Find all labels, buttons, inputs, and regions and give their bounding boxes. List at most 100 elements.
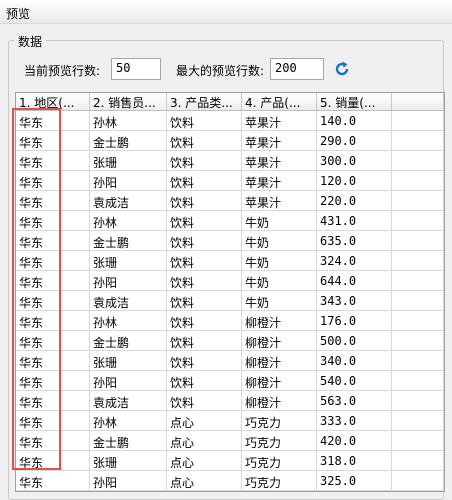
column-header[interactable]: 5. 销量(... — [317, 93, 392, 110]
table-row[interactable]: 华东 袁成洁 饮料 苹果汁 220.0 — [16, 191, 444, 211]
table-row[interactable]: 华东 孙阳 饮料 牛奶 644.0 — [16, 271, 444, 291]
table-cell[interactable]: 牛奶 — [242, 271, 317, 290]
table-cell[interactable]: 苹果汁 — [242, 131, 317, 150]
table-row[interactable]: 华东 孙阳 饮料 苹果汁 120.0 — [16, 171, 444, 191]
table-row[interactable]: 华东 金士鹏 点心 巧克力 420.0 — [16, 431, 444, 451]
table-cell[interactable]: 饮料 — [167, 231, 242, 250]
table-cell[interactable]: 牛奶 — [242, 251, 317, 270]
column-header[interactable]: 2. 销售员... — [90, 93, 167, 110]
table-cell[interactable]: 巧克力 — [242, 411, 317, 430]
table-row[interactable]: 华东 孙阳 点心 巧克力 325.0 — [16, 471, 444, 491]
table-cell[interactable]: 华东 — [16, 351, 90, 370]
table-cell[interactable]: 540.0 — [317, 371, 392, 390]
table-cell[interactable]: 华东 — [16, 211, 90, 230]
preview-table[interactable]: 1. 地区(... 2. 销售员... 3. 产品类... 4. 产品(... … — [15, 92, 445, 492]
table-cell[interactable]: 袁成洁 — [90, 291, 167, 310]
table-cell[interactable]: 饮料 — [167, 291, 242, 310]
column-header[interactable]: 4. 产品(... — [242, 93, 317, 110]
max-rows-input[interactable]: 200 — [270, 58, 324, 80]
table-cell[interactable]: 华东 — [16, 291, 90, 310]
table-cell[interactable]: 饮料 — [167, 151, 242, 170]
table-cell[interactable]: 苹果汁 — [242, 151, 317, 170]
column-header[interactable]: 3. 产品类... — [167, 93, 242, 110]
table-cell[interactable]: 563.0 — [317, 391, 392, 410]
table-cell[interactable]: 柳橙汁 — [242, 311, 317, 330]
table-row[interactable]: 华东 张珊 饮料 牛奶 324.0 — [16, 251, 444, 271]
table-cell[interactable]: 华东 — [16, 451, 90, 470]
table-cell[interactable]: 苹果汁 — [242, 111, 317, 130]
table-cell[interactable]: 巧克力 — [242, 451, 317, 470]
table-cell[interactable]: 华东 — [16, 111, 90, 130]
table-cell[interactable]: 120.0 — [317, 171, 392, 190]
table-cell[interactable]: 苹果汁 — [242, 171, 317, 190]
table-cell[interactable]: 290.0 — [317, 131, 392, 150]
table-cell[interactable]: 金士鹏 — [90, 431, 167, 450]
table-cell[interactable]: 孙林 — [90, 311, 167, 330]
table-cell[interactable]: 柳橙汁 — [242, 391, 317, 410]
table-row[interactable]: 华东 孙林 饮料 柳橙汁 176.0 — [16, 311, 444, 331]
table-row[interactable]: 华东 张珊 饮料 苹果汁 300.0 — [16, 151, 444, 171]
table-cell[interactable]: 343.0 — [317, 291, 392, 310]
table-cell[interactable]: 袁成洁 — [90, 191, 167, 210]
table-cell[interactable]: 华东 — [16, 331, 90, 350]
table-cell[interactable]: 点心 — [167, 451, 242, 470]
table-cell[interactable]: 孙林 — [90, 111, 167, 130]
table-cell[interactable]: 袁成洁 — [90, 391, 167, 410]
table-cell[interactable]: 张珊 — [90, 251, 167, 270]
table-cell[interactable]: 饮料 — [167, 211, 242, 230]
table-cell[interactable]: 635.0 — [317, 231, 392, 250]
table-cell[interactable]: 华东 — [16, 131, 90, 150]
table-cell[interactable]: 饮料 — [167, 251, 242, 270]
table-cell[interactable]: 张珊 — [90, 451, 167, 470]
table-cell[interactable]: 318.0 — [317, 451, 392, 470]
table-cell[interactable]: 孙林 — [90, 411, 167, 430]
table-cell[interactable]: 420.0 — [317, 431, 392, 450]
table-row[interactable]: 华东 袁成洁 饮料 柳橙汁 563.0 — [16, 391, 444, 411]
table-cell[interactable]: 金士鹏 — [90, 131, 167, 150]
table-cell[interactable]: 324.0 — [317, 251, 392, 270]
table-cell[interactable]: 柳橙汁 — [242, 371, 317, 390]
column-header[interactable]: 1. 地区(... — [16, 93, 90, 110]
table-cell[interactable]: 华东 — [16, 251, 90, 270]
table-cell[interactable]: 华东 — [16, 371, 90, 390]
table-row[interactable]: 华东 孙林 饮料 牛奶 431.0 — [16, 211, 444, 231]
table-cell[interactable]: 华东 — [16, 411, 90, 430]
table-cell[interactable]: 孙阳 — [90, 271, 167, 290]
table-cell[interactable]: 饮料 — [167, 191, 242, 210]
table-cell[interactable]: 牛奶 — [242, 291, 317, 310]
table-cell[interactable]: 340.0 — [317, 351, 392, 370]
table-cell[interactable]: 华东 — [16, 191, 90, 210]
table-row[interactable]: 华东 袁成洁 饮料 牛奶 343.0 — [16, 291, 444, 311]
table-row[interactable]: 华东 孙林 饮料 苹果汁 140.0 — [16, 111, 444, 131]
table-cell[interactable]: 333.0 — [317, 411, 392, 430]
table-cell[interactable]: 饮料 — [167, 111, 242, 130]
table-row[interactable]: 华东 孙阳 饮料 柳橙汁 540.0 — [16, 371, 444, 391]
table-cell[interactable]: 孙阳 — [90, 171, 167, 190]
table-cell[interactable]: 饮料 — [167, 331, 242, 350]
table-cell[interactable]: 张珊 — [90, 151, 167, 170]
table-row[interactable]: 华东 金士鹏 饮料 苹果汁 290.0 — [16, 131, 444, 151]
table-cell[interactable]: 孙林 — [90, 211, 167, 230]
table-cell[interactable]: 500.0 — [317, 331, 392, 350]
table-cell[interactable]: 饮料 — [167, 391, 242, 410]
refresh-button[interactable] — [332, 59, 352, 79]
table-row[interactable]: 华东 金士鹏 饮料 牛奶 635.0 — [16, 231, 444, 251]
table-cell[interactable]: 300.0 — [317, 151, 392, 170]
table-cell[interactable]: 点心 — [167, 411, 242, 430]
table-cell[interactable]: 牛奶 — [242, 231, 317, 250]
table-cell[interactable]: 华东 — [16, 231, 90, 250]
table-cell[interactable]: 644.0 — [317, 271, 392, 290]
table-cell[interactable]: 华东 — [16, 171, 90, 190]
table-cell[interactable]: 华东 — [16, 271, 90, 290]
table-cell[interactable]: 饮料 — [167, 131, 242, 150]
table-cell[interactable]: 176.0 — [317, 311, 392, 330]
table-cell[interactable]: 华东 — [16, 391, 90, 410]
table-cell[interactable]: 柳橙汁 — [242, 331, 317, 350]
table-cell[interactable]: 金士鹏 — [90, 331, 167, 350]
table-row[interactable]: 华东 金士鹏 饮料 柳橙汁 500.0 — [16, 331, 444, 351]
table-cell[interactable]: 华东 — [16, 311, 90, 330]
table-cell[interactable]: 饮料 — [167, 171, 242, 190]
table-cell[interactable]: 140.0 — [317, 111, 392, 130]
table-cell[interactable]: 柳橙汁 — [242, 351, 317, 370]
table-cell[interactable]: 牛奶 — [242, 211, 317, 230]
